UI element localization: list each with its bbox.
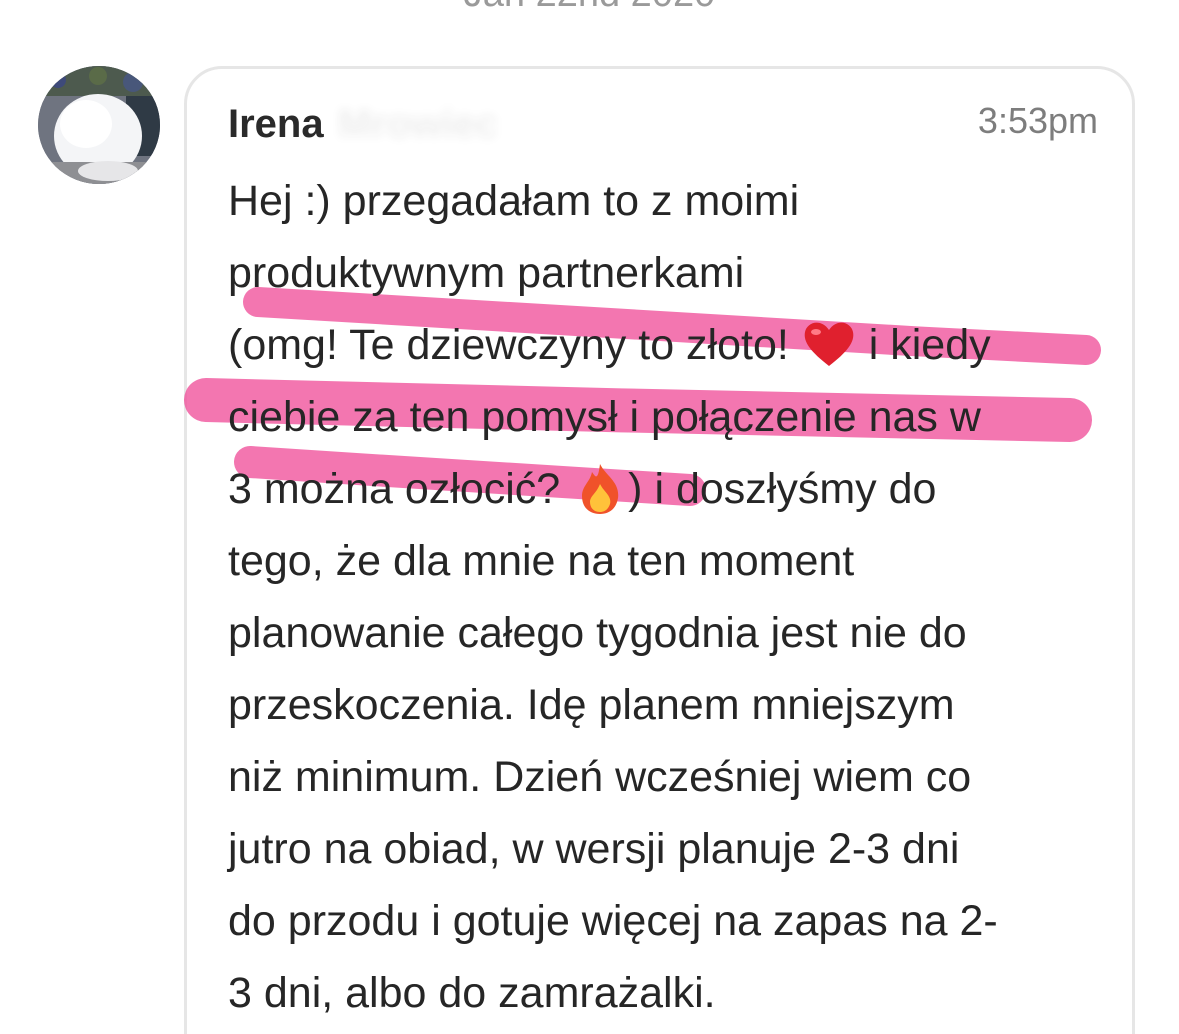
message-line-text: niż minimum. Dzień wcześniej wiem co	[228, 753, 972, 801]
fire-emoji	[582, 463, 619, 514]
message-timestamp: 3:53pm	[977, 100, 1098, 141]
message-line: ciebie za ten pomysł i połączenie nas w	[228, 381, 1098, 453]
sender-name[interactable]: Irena	[228, 100, 324, 148]
message-line: do przodu i gotuje więcej na zapas na 2-	[228, 885, 1098, 957]
message-line: (omg! Te dziewczyny to złoto! i kiedy	[228, 309, 1098, 381]
message-body: Hej :) przegadałam to z moimi produktywny…	[228, 165, 1098, 1029]
message-line-text: 3 można ozłocić?	[228, 465, 573, 513]
message-line-text: ) i doszłyśmy do	[628, 465, 937, 513]
message-line-text: do przodu i gotuje więcej na zapas na 2-	[228, 897, 998, 945]
message-line: produktywnym partnerkami	[228, 237, 1098, 309]
message-line: 3 można ozłocić? ) i doszłyśmy do	[228, 453, 1098, 525]
message-line-text: tego, że dla mnie na ten moment	[228, 537, 855, 585]
message-line: tego, że dla mnie na ten moment	[228, 525, 1098, 597]
chat-screen: Jan 22nd 2020 Irena Mrowiec 3:53pm Hej :…	[0, 0, 1179, 1034]
message-line-text: 3 dni, albo do zamrażalki.	[228, 969, 716, 1017]
message-line-text: (omg! Te dziewczyny to złoto!	[228, 321, 801, 369]
message-line-text: Hej :) przegadałam to z moimi	[228, 177, 800, 225]
message-header: Irena Mrowiec 3:53pm	[228, 96, 1098, 152]
message-line-text: przeskoczenia. Idę planem mniejszym	[228, 681, 955, 729]
sender-avatar[interactable]	[38, 66, 160, 184]
message-line: przeskoczenia. Idę planem mniejszym	[228, 669, 1098, 741]
message-line: planowanie całego tygodnia jest nie do	[228, 597, 1098, 669]
date-separator: Jan 22nd 2020	[0, 0, 1179, 16]
message-line-text: ciebie za ten pomysł i połączenie nas w	[228, 393, 981, 441]
message-line: 3 dni, albo do zamrażalki.	[228, 957, 1098, 1029]
message-line-text: produktywnym partnerkami	[228, 249, 745, 297]
message-line-text: jutro na obiad, w wersji planuje 2-3 dni	[228, 825, 960, 873]
sender-surname-redacted: Mrowiec	[338, 102, 499, 146]
avatar-photo	[38, 66, 160, 184]
message-line: niż minimum. Dzień wcześniej wiem co	[228, 741, 1098, 813]
heart-emoji	[804, 322, 854, 366]
message-line: Hej :) przegadałam to z moimi	[228, 165, 1098, 237]
message-line: jutro na obiad, w wersji planuje 2-3 dni	[228, 813, 1098, 885]
message-line-text: planowanie całego tygodnia jest nie do	[228, 609, 967, 657]
message-line-text: i kiedy	[856, 321, 991, 369]
